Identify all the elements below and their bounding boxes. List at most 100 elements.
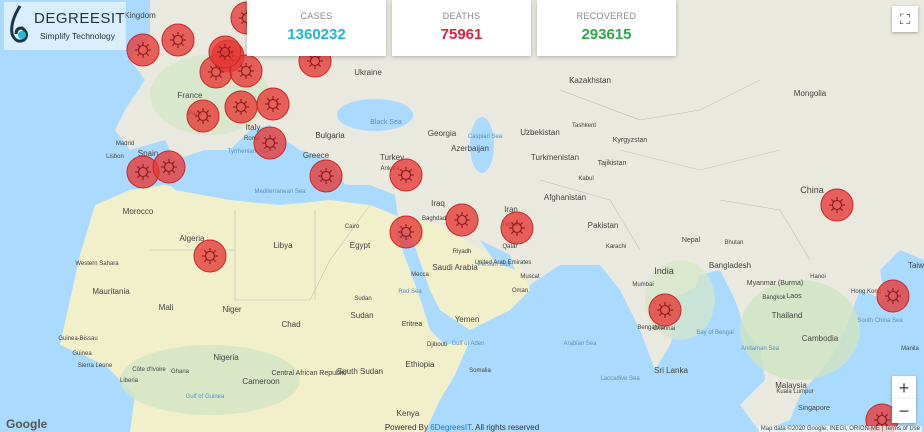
map-label: Liberia — [120, 378, 139, 384]
map-label: Mecca — [411, 272, 429, 278]
map-label: Niger — [222, 305, 241, 314]
case-marker[interactable] — [309, 159, 343, 193]
map-label: Pakistan — [588, 221, 619, 230]
case-marker[interactable] — [208, 35, 242, 69]
map-label: Kuala Lumpur — [776, 389, 813, 395]
cases-label: CASES — [300, 11, 333, 21]
map-label: Manila — [901, 346, 919, 352]
map-label: Gulf of Guinea — [186, 394, 225, 400]
map-label: Kabul — [578, 176, 593, 182]
map-label: Nigeria — [213, 353, 239, 362]
map-label: Central African Republic — [271, 370, 347, 377]
map-label: Italy — [246, 123, 261, 132]
logo-mark-icon — [10, 5, 29, 43]
case-marker[interactable] — [648, 293, 682, 327]
map-label: Karachi — [606, 244, 626, 250]
map-label: Mediterranean Sea — [254, 189, 306, 195]
map-label: Qatar — [502, 244, 517, 250]
map-label: Black Sea — [370, 119, 402, 126]
degreesit-logo: DEGREESIT Simplify Technology — [4, 2, 126, 50]
map-label: Sudan — [354, 296, 371, 302]
map-label: Greece — [303, 151, 330, 160]
fullscreen-button[interactable]: ⛶ — [892, 6, 918, 32]
case-marker[interactable] — [500, 211, 534, 245]
map-label: Cameroon — [242, 377, 279, 386]
map-label: Bangladesh — [709, 261, 751, 270]
map-label: Andaman Sea — [741, 346, 780, 352]
map-attribution[interactable]: Map data ©2020 Google, INEGI, ORION-ME |… — [758, 426, 922, 432]
map-label: Eritrea — [402, 321, 423, 328]
map-label: Guinea-Bissau — [58, 336, 97, 342]
map-label: Tajikistan — [598, 160, 627, 167]
map-label: Morocco — [123, 207, 154, 216]
case-marker[interactable] — [820, 188, 854, 222]
map-label: Tashkent — [572, 123, 596, 129]
zoom-in-button[interactable]: + — [892, 376, 916, 400]
map-label: Thailand — [772, 311, 803, 320]
map-label: China — [800, 185, 824, 195]
cases-value: 1360232 — [287, 26, 346, 43]
zoom-out-button[interactable]: − — [892, 399, 916, 423]
recovered-panel: RECOVERED 293615 — [537, 0, 676, 56]
map-label: Uzbekistan — [520, 128, 560, 137]
map-label: India — [654, 266, 674, 276]
case-marker[interactable] — [152, 150, 186, 184]
map-label: Oman — [512, 288, 528, 294]
case-marker[interactable] — [876, 279, 910, 313]
cases-panel: CASES 1360232 — [247, 0, 386, 56]
map-label: Guinea — [72, 351, 92, 357]
map-label: Arabian Sea — [563, 341, 597, 347]
map-label: Kenya — [397, 409, 420, 418]
map-label: Cairo — [345, 224, 360, 230]
map-label: Baghdad — [422, 216, 446, 222]
map-label: Nepal — [682, 237, 701, 244]
map-label: Algeria — [180, 234, 205, 243]
map-label: Sierra Leone — [78, 363, 113, 369]
map-label: Cambodia — [802, 334, 839, 343]
case-marker[interactable] — [224, 90, 258, 124]
map-label: Riyadh — [453, 249, 472, 255]
deaths-value: 75961 — [440, 26, 483, 43]
map-label: Gulf of Aden — [451, 341, 484, 347]
map-label: Kyrgyzstan — [613, 137, 648, 144]
map-label: Mauritania — [92, 287, 130, 296]
map-label: Mali — [159, 303, 174, 312]
map-label: United Arab Emirates — [475, 260, 532, 266]
case-marker[interactable] — [161, 23, 195, 57]
case-marker[interactable] — [253, 126, 287, 160]
powered-by-link[interactable]: 6DegreesIT — [430, 423, 471, 432]
map-label: Azerbaijan — [451, 144, 489, 153]
map-label: Bangkok — [762, 295, 786, 301]
map-label: Mongolia — [794, 89, 827, 98]
map-label: Laccadive Sea — [600, 376, 640, 382]
map-label: Bay of Bengal — [696, 330, 733, 336]
recovered-value: 293615 — [581, 26, 632, 43]
map-label: Côte d'Ivoire — [132, 367, 166, 373]
map-label: Hanoi — [810, 274, 826, 280]
map-label: France — [178, 91, 203, 100]
map-label: Taiw — [908, 261, 924, 270]
map-label: Ukraine — [354, 68, 382, 77]
case-marker[interactable] — [389, 158, 423, 192]
world-map[interactable]: Kingdom Ukraine Kazakhstan Mongolia France It… — [0, 0, 924, 432]
case-marker[interactable] — [186, 99, 220, 133]
case-marker[interactable] — [445, 203, 479, 237]
map-label: South China Sea — [857, 318, 903, 324]
case-marker[interactable] — [193, 239, 227, 273]
map-label: Afghanistan — [544, 193, 586, 202]
deaths-panel: DEATHS 75961 — [392, 0, 531, 56]
map-label: Lisbon — [106, 154, 124, 160]
map-label: Red Sea — [398, 289, 422, 295]
map-label: Libya — [273, 241, 293, 250]
map-label: Chennai — [653, 326, 675, 332]
map-label: Saudi Arabia — [432, 263, 478, 272]
case-marker[interactable] — [126, 33, 160, 67]
logo-tagline: Simplify Technology — [40, 31, 115, 41]
deaths-label: DEATHS — [442, 11, 481, 21]
map-label: Yemen — [455, 315, 480, 324]
map-label: Egypt — [350, 241, 371, 250]
map-label: Hong Kong — [851, 289, 881, 295]
case-marker[interactable] — [389, 215, 423, 249]
case-marker[interactable] — [256, 87, 290, 121]
map-label: Ethiopia — [406, 360, 435, 369]
